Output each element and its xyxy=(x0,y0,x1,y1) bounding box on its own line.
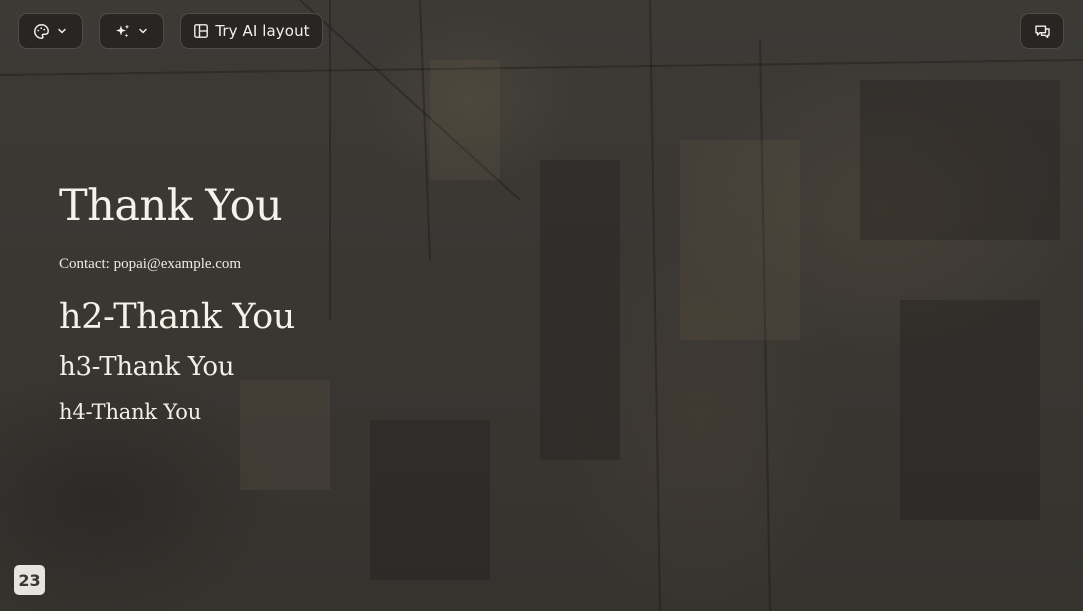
palette-icon xyxy=(33,23,50,40)
comments-button[interactable] xyxy=(1020,13,1064,49)
try-ai-layout-button[interactable]: Try AI layout xyxy=(180,13,323,49)
chevron-down-icon xyxy=(137,25,149,37)
heading-h4: h4-Thank You xyxy=(59,400,202,424)
heading-h3: h3-Thank You xyxy=(59,352,235,382)
sparkles-icon xyxy=(114,23,131,40)
slide-canvas: Try AI layout Thank You Contact: popai@e… xyxy=(0,0,1083,611)
comment-icon xyxy=(1034,23,1051,40)
contact-text: Contact: popai@example.com xyxy=(59,256,242,272)
page-number-badge: 23 xyxy=(14,565,45,595)
heading-h2: h2-Thank You xyxy=(59,297,295,337)
chevron-down-icon xyxy=(56,25,68,37)
slide-content: Thank You Contact: popai@example.com h2-… xyxy=(59,178,295,426)
slide-title: Thank You xyxy=(59,181,283,231)
theme-button[interactable] xyxy=(18,13,83,49)
try-ai-layout-label: Try AI layout xyxy=(215,22,310,40)
ai-magic-button[interactable] xyxy=(99,13,164,49)
layout-icon xyxy=(193,23,209,39)
